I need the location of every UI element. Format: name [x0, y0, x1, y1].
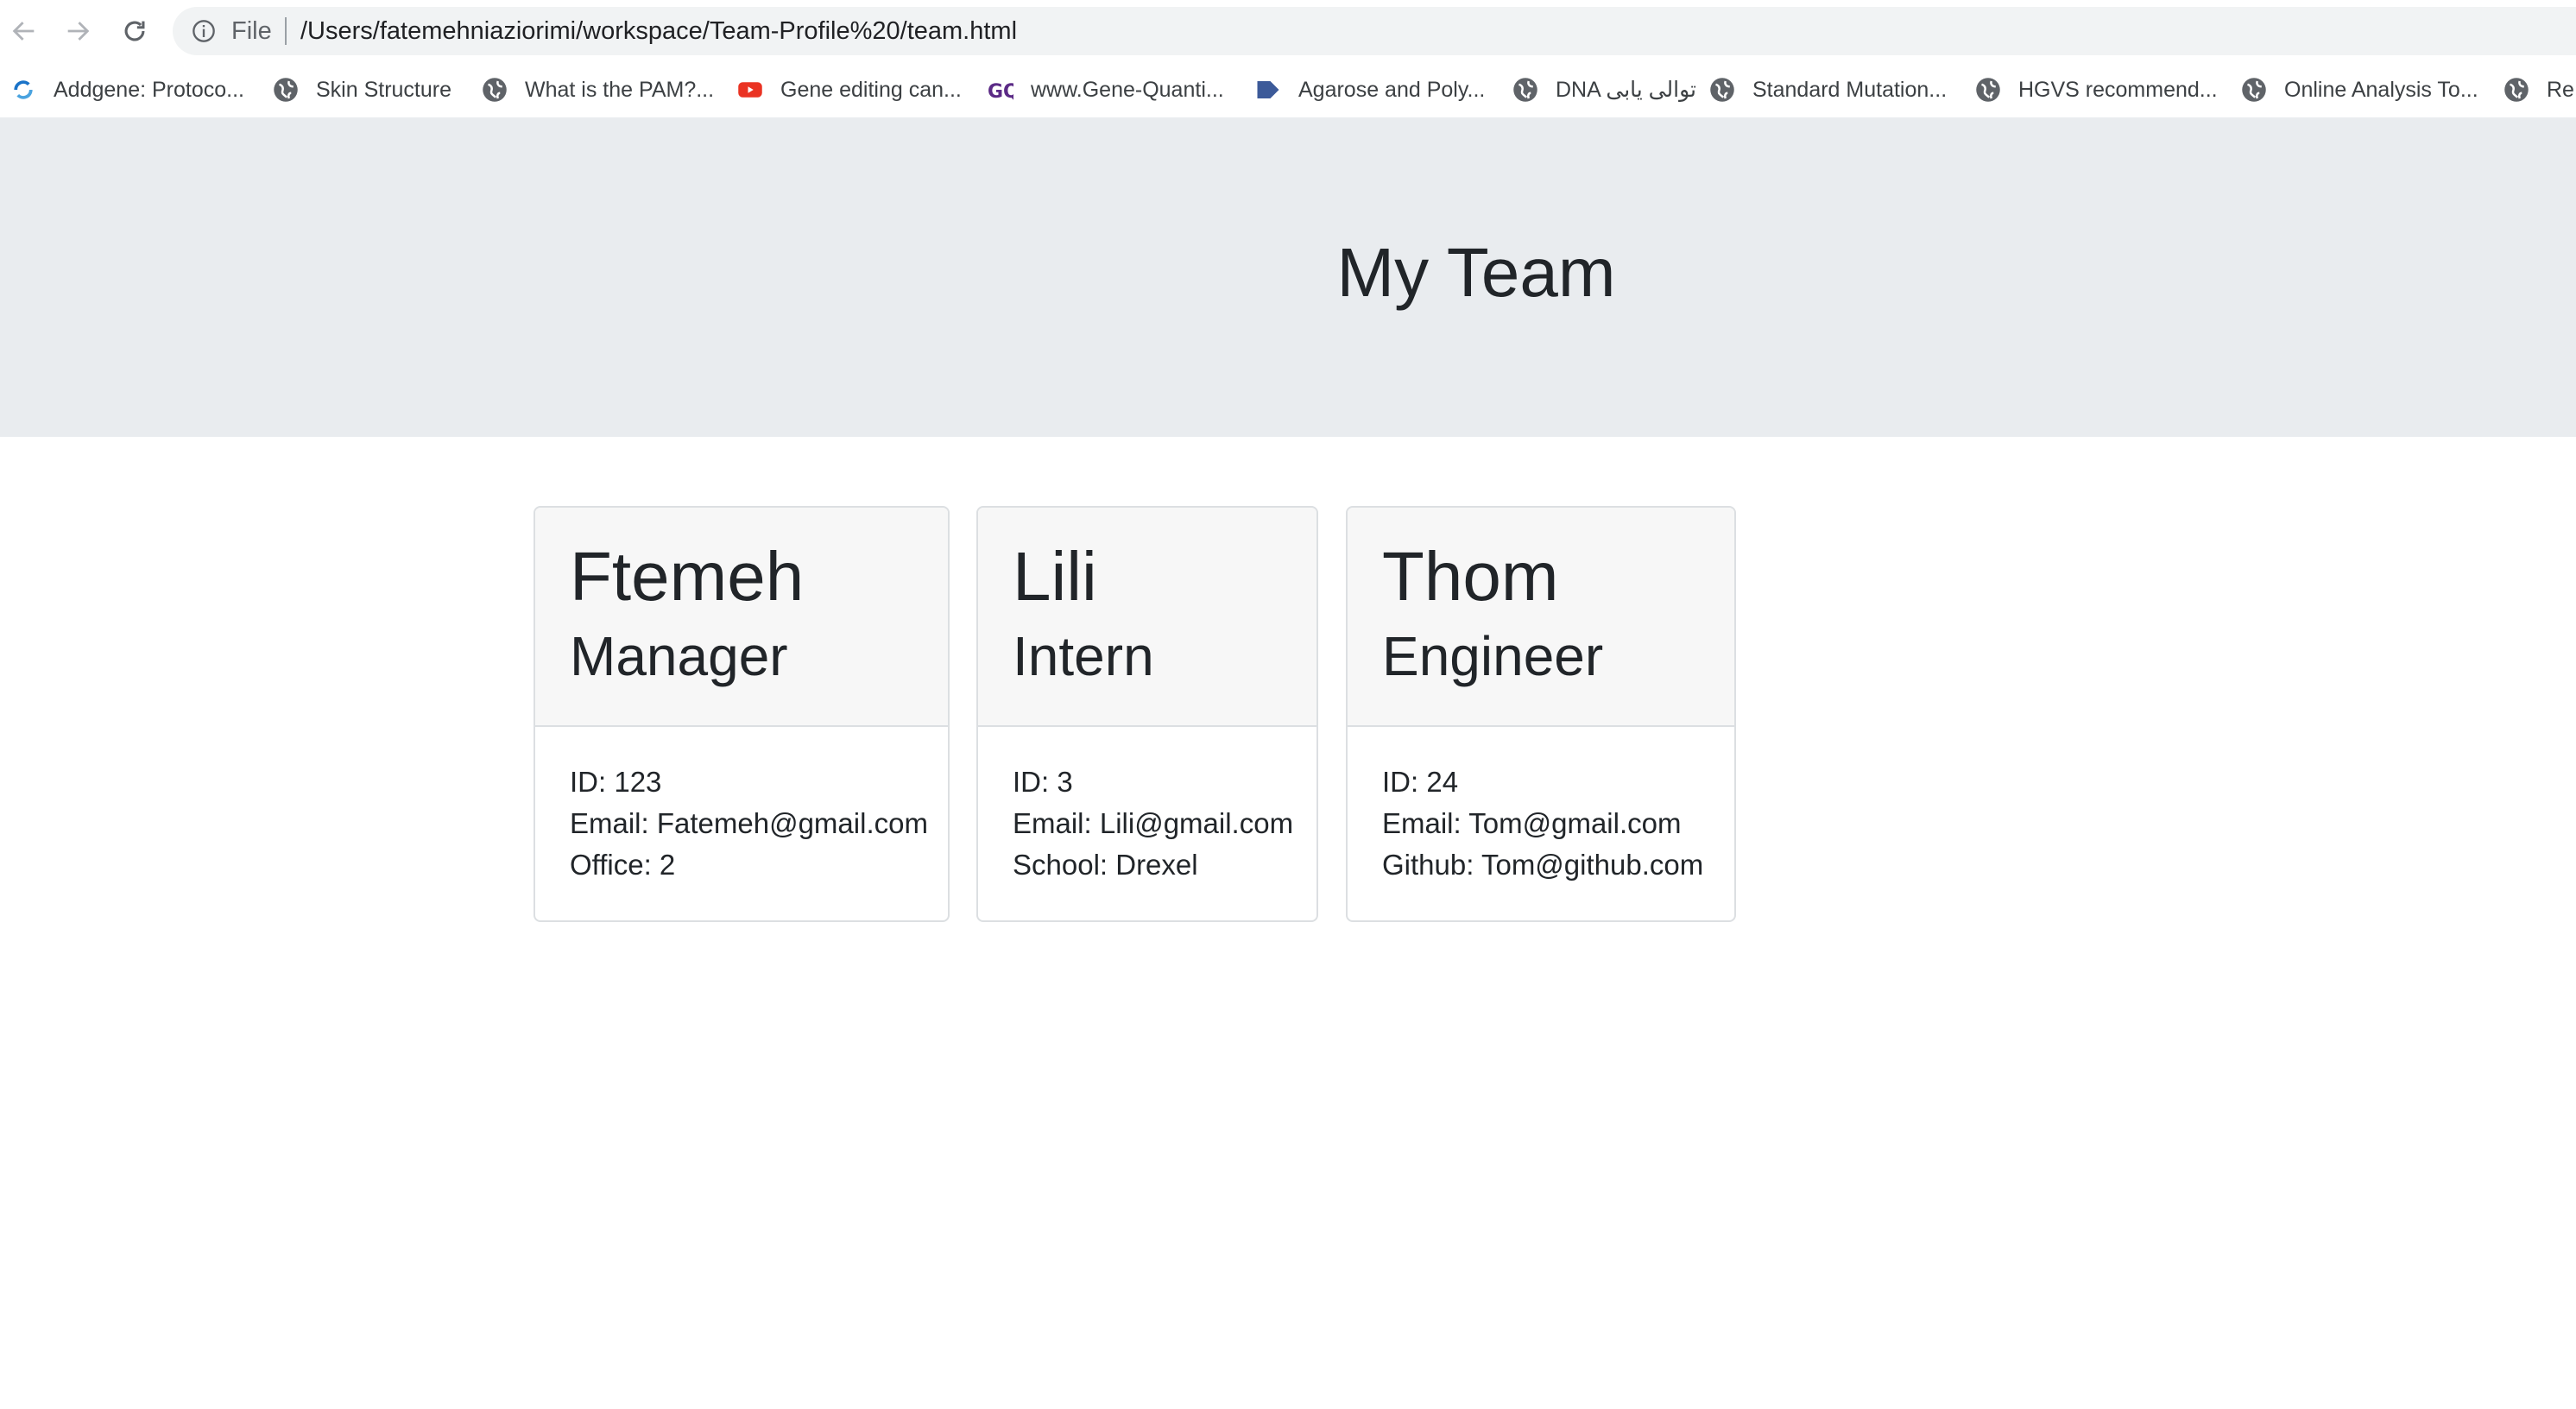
card-body: ID: 24 Email: Tom@gmail.com Github: Tom@… [1348, 727, 1734, 886]
team-card-manager: Ftemeh Manager ID: 123 Email: Fatemeh@gm… [534, 506, 950, 922]
card-header: Thom Engineer [1348, 508, 1734, 727]
globe-icon [482, 77, 508, 103]
bookmark-label: HGVS recommend... [2018, 77, 2218, 102]
employee-email: Email: Lili@gmail.com [1013, 807, 1294, 839]
bookmark-online-analysis[interactable]: Online Analysis To... [2241, 71, 2478, 109]
bookmark-gene-editing[interactable]: Gene editing can... [737, 71, 962, 109]
employee-role: Engineer [1382, 625, 1604, 687]
bookmark-re[interactable]: Re [2503, 71, 2574, 109]
address-divider [285, 17, 287, 45]
team-card-engineer: Thom Engineer ID: 24 Email: Tom@gmail.co… [1346, 506, 1736, 922]
addgene-icon [10, 77, 36, 103]
bookmark-label: Online Analysis To... [2284, 77, 2478, 102]
employee-name: Thom [1382, 538, 1559, 615]
globe-icon [1975, 77, 2001, 103]
gq-icon: GQ [988, 77, 1013, 103]
bookmark-label: Addgene: Protoco... [54, 77, 244, 102]
bookmark-skin-structure[interactable]: Skin Structure [273, 71, 451, 109]
card-header: Lili Intern [978, 508, 1316, 727]
card-body: ID: 123 Email: Fatemeh@gmail.com Office:… [535, 727, 948, 886]
address-bar[interactable]: File /Users/fatemehniaziorimi/workspace/… [173, 7, 2576, 55]
employee-id: ID: 123 [570, 766, 662, 798]
bookmark-label: www.Gene-Quanti... [1031, 77, 1224, 102]
browser-toolbar: File /Users/fatemehniaziorimi/workspace/… [0, 0, 2576, 62]
bookmarks-bar: Addgene: Protoco... Skin Structure What … [0, 62, 2576, 117]
back-button[interactable] [7, 14, 41, 48]
page-header: My Team [0, 117, 2576, 437]
doc-icon [1255, 77, 1281, 103]
employee-name: Ftemeh [570, 538, 805, 615]
employee-email: Email: Fatemeh@gmail.com [570, 807, 928, 839]
bookmark-hgvs[interactable]: HGVS recommend... [1975, 71, 2218, 109]
employee-school: School: Drexel [1013, 849, 1198, 881]
bookmark-agarose[interactable]: Agarose and Poly... [1255, 71, 1485, 109]
bookmark-label: Standard Mutation... [1752, 77, 1948, 102]
card-header: Ftemeh Manager [535, 508, 948, 727]
employee-id: ID: 24 [1382, 766, 1459, 798]
reload-button[interactable] [117, 14, 152, 48]
info-icon[interactable] [192, 19, 216, 43]
bookmark-label: Skin Structure [316, 77, 452, 102]
forward-button[interactable] [60, 14, 95, 48]
bookmark-addgene[interactable]: Addgene: Protoco... [10, 71, 244, 109]
bookmark-label: Gene editing can... [780, 77, 962, 102]
bookmark-standard-mutation[interactable]: Standard Mutation... [1709, 71, 1947, 109]
file-scheme-label: File [231, 17, 272, 45]
globe-icon [2503, 77, 2529, 103]
arrow-left-icon [12, 22, 35, 41]
youtube-icon [737, 77, 763, 103]
arrow-right-icon [67, 22, 90, 41]
bookmark-label: What is the PAM?... [525, 77, 715, 102]
bookmark-dna[interactable]: DNA توالی یابی [1512, 71, 1696, 109]
employee-name: Lili [1013, 538, 1097, 615]
employee-office: Office: 2 [570, 849, 676, 881]
card-body: ID: 3 Email: Lili@gmail.com School: Drex… [978, 727, 1316, 886]
employee-role: Intern [1013, 625, 1154, 687]
employee-role: Manager [570, 625, 788, 687]
employee-id: ID: 3 [1013, 766, 1073, 798]
bookmark-gene-quantification[interactable]: GQ www.Gene-Quanti... [988, 71, 1224, 109]
employee-github: Github: Tom@github.com [1382, 849, 1704, 881]
bookmark-pam[interactable]: What is the PAM?... [482, 71, 714, 109]
globe-icon [1709, 77, 1735, 103]
bookmark-label: Re [2547, 77, 2574, 102]
svg-text:GQ: GQ [988, 81, 1013, 103]
bookmark-label: DNA توالی یابی [1556, 78, 1696, 102]
globe-icon [1512, 77, 1538, 103]
employee-email: Email: Tom@gmail.com [1382, 807, 1682, 839]
team-card-intern: Lili Intern ID: 3 Email: Lili@gmail.com … [976, 506, 1318, 922]
bookmark-label: Agarose and Poly... [1298, 77, 1486, 102]
reload-icon [124, 21, 145, 41]
page-title: My Team [1336, 234, 1616, 311]
globe-icon [2241, 77, 2267, 103]
url-text[interactable]: /Users/fatemehniaziorimi/workspace/Team-… [300, 17, 1017, 45]
globe-icon [273, 77, 299, 103]
